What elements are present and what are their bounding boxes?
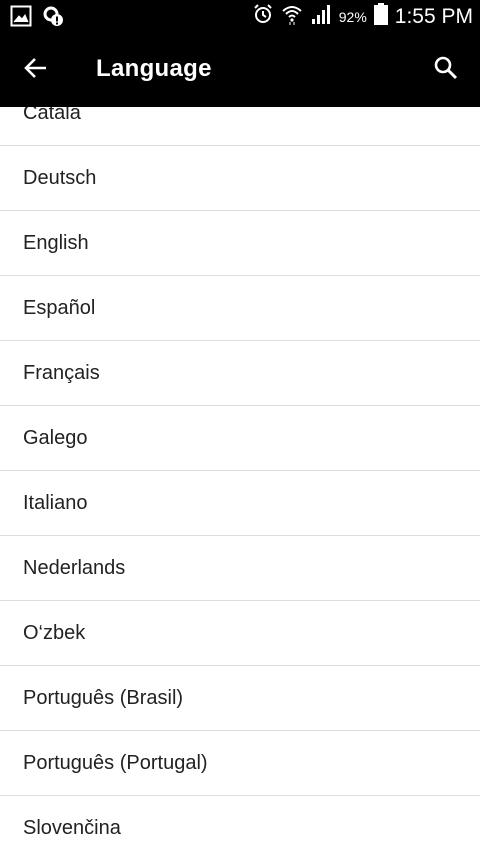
language-item[interactable]: Italiano [0,471,480,536]
language-label: Español [23,296,96,319]
battery-icon [373,3,388,30]
clock: 1:55 PM [394,4,473,28]
app-bar: Language [0,33,480,107]
language-item[interactable]: O‘zbek [0,601,480,666]
settings-badge-icon [42,5,64,32]
language-item[interactable]: Português (Brasil) [0,666,480,731]
wifi-icon [281,3,303,30]
language-label: Slovenčina [23,816,121,839]
status-bar: 92% 1:55 PM [0,0,480,33]
back-button[interactable] [20,54,52,86]
language-list[interactable]: Català Deutsch English Español Français … [0,107,480,853]
language-item[interactable]: Nederlands [0,536,480,601]
language-item[interactable]: Slovenčina [0,796,480,853]
signal-icon [310,3,332,30]
language-label: Galego [23,426,88,449]
status-left-icons [10,5,64,32]
battery-percent: 92% [338,8,367,25]
search-icon [433,55,459,86]
language-item[interactable]: Català [0,107,480,146]
language-item[interactable]: Galego [0,406,480,471]
language-item[interactable]: English [0,211,480,276]
status-right-icons: 92% 1:55 PM [252,3,473,30]
language-item[interactable]: Français [0,341,480,406]
language-label: Italiano [23,491,88,514]
gallery-icon [10,5,32,32]
language-label: Português (Brasil) [23,686,184,709]
language-item[interactable]: Español [0,276,480,341]
language-label: Català [23,107,81,124]
language-label: Deutsch [23,166,97,189]
search-button[interactable] [430,54,462,86]
alarm-icon [252,3,274,30]
language-label: English [23,231,89,254]
language-label: Nederlands [23,556,126,579]
language-item[interactable]: Deutsch [0,146,480,211]
arrow-left-icon [23,55,49,86]
language-item[interactable]: Português (Portugal) [0,731,480,796]
language-label: Français [23,361,100,384]
page-title: Language [96,55,212,82]
language-label: O‘zbek [23,621,86,644]
language-list-inner: Català Deutsch English Español Français … [0,107,480,853]
language-label: Português (Portugal) [23,751,208,774]
